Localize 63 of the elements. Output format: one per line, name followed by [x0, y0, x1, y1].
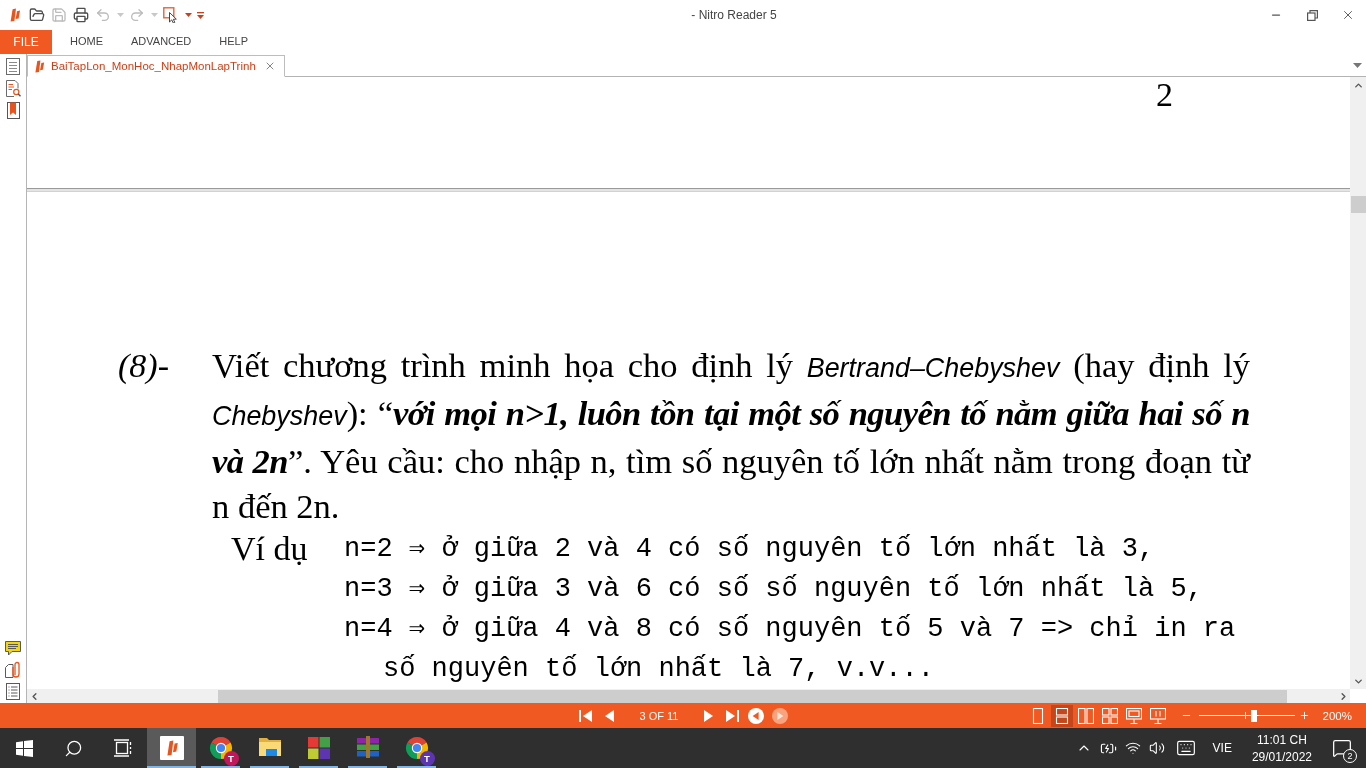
ribbon-tab[interactable]: HOME: [56, 30, 117, 54]
ribbon-tab[interactable]: HELP: [205, 30, 263, 54]
speaker-icon[interactable]: [1148, 740, 1165, 756]
list-icon[interactable]: [6, 683, 20, 700]
page-number: 2: [1156, 78, 1173, 112]
book-stack-icon: [355, 736, 380, 758]
close-icon[interactable]: [1341, 8, 1355, 22]
wifi-icon[interactable]: [1124, 740, 1141, 756]
document-logo-icon: [33, 59, 46, 73]
comment-icon[interactable]: [5, 641, 21, 656]
stacked-pages-icon: [1053, 707, 1070, 724]
example-line: n=2 ⇒ ở giữa 2 và 4 có số nguyên tố lớn nhất là 3,: [344, 533, 1155, 566]
folder-icon: [257, 736, 282, 758]
item-number: (8)-: [118, 346, 169, 386]
monitor-icon: [1125, 707, 1142, 724]
notification-icon[interactable]: [1332, 738, 1352, 758]
select-cursor-icon[interactable]: [163, 7, 179, 23]
exercise-text: Viết chương trình minh họa cho định lý Bertrand–Chebyshev (hay định lý Chebyshev): “với mọi n>1, luôn tồn tại một số nguyên tố nằm giữa hai số n và 2n”. Yêu cầu: cho nhập n, tìm số nguyên tố lớn nhất nằm trong đoạn từ n đến 2n.: [212, 345, 1250, 527]
app-logo-icon: [159, 736, 184, 760]
search-document-icon[interactable]: [5, 80, 21, 97]
view-mode-button[interactable]: [1050, 704, 1073, 727]
example-line: n=3 ⇒ ở giữa 3 và 6 có số số nguyên tố lớn nhất là 5,: [344, 573, 1203, 606]
caret-icon[interactable]: [1352, 62, 1362, 68]
page-thumbnails-icon[interactable]: [6, 58, 20, 75]
task-view-icon[interactable]: [112, 739, 133, 757]
colored-tiles-icon: [306, 736, 331, 760]
scrollbar-thumb[interactable]: [218, 689, 1287, 703]
document-tab[interactable]: BaiTapLon_MonHoc_NhapMonLapTrinh: [27, 55, 285, 77]
app-logo-icon[interactable]: [8, 8, 22, 22]
windows-logo-icon[interactable]: [16, 739, 33, 757]
taskbar-app-button[interactable]: [147, 728, 196, 768]
split-monitor-icon: [1149, 707, 1166, 724]
taskbar-app-button[interactable]: T: [196, 728, 245, 768]
search-icon[interactable]: [64, 738, 83, 758]
last-page-icon[interactable]: [724, 707, 741, 724]
printer-icon[interactable]: [73, 7, 89, 23]
clock-time[interactable]: 11:01 CH: [1257, 732, 1307, 747]
scrollbar-thumb[interactable]: [1350, 196, 1366, 213]
two-pages-icon: [1077, 707, 1094, 724]
zoom-slider-thumb[interactable]: [1251, 709, 1258, 722]
bookmark-icon[interactable]: [6, 102, 20, 119]
browser-icon: [208, 736, 233, 760]
example-line: số nguyên tố lớn nhất là 7, v.v...: [382, 653, 934, 686]
zoom-in-icon[interactable]: [1299, 710, 1311, 721]
taskbar-app-button[interactable]: T: [392, 728, 441, 768]
example-label: Ví dụ: [231, 529, 308, 569]
attachment-icon[interactable]: [5, 661, 21, 678]
close-icon[interactable]: [264, 60, 276, 72]
customize-caret-icon[interactable]: [196, 11, 204, 19]
restore-icon[interactable]: [1306, 9, 1318, 21]
four-pages-icon: [1101, 707, 1118, 724]
browser-icon: [404, 736, 429, 760]
window-title: - Nitro Reader 5: [690, 8, 778, 22]
first-page-icon[interactable]: [577, 707, 594, 724]
clock-date[interactable]: 29/01/2022: [1251, 749, 1312, 764]
folder-icon[interactable]: [29, 7, 45, 23]
example-line: n=4 ⇒ ở giữa 4 và 8 có số nguyên tố 5 và 7 => chỉ in ra: [344, 613, 1236, 646]
ribbon-tab[interactable]: ADVANCED: [117, 30, 206, 54]
keyboard-icon[interactable]: [1175, 738, 1196, 758]
caret-icon[interactable]: [184, 13, 192, 17]
back-circle-icon[interactable]: [748, 707, 765, 724]
language-indicator[interactable]: VIE: [1202, 741, 1244, 755]
notification-count: 2: [1343, 749, 1357, 763]
